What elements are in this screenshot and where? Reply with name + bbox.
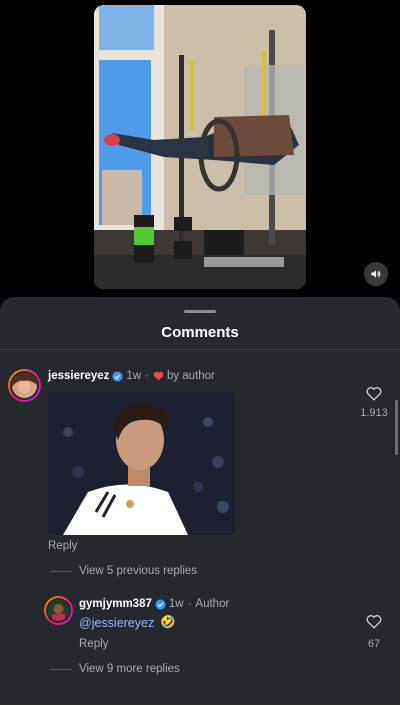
view-previous-replies-label: View 5 previous replies — [79, 565, 198, 577]
reply-username[interactable]: gymjymm387 — [79, 598, 152, 610]
view-more-replies[interactable]: View 9 more replies — [50, 663, 180, 675]
thread-line — [50, 570, 72, 572]
like-button[interactable]: 1.913 — [358, 386, 390, 419]
separator-dot: · — [145, 370, 149, 382]
thread-line — [50, 668, 72, 670]
reply-header: gymjymm387 1w · Author — [79, 598, 229, 610]
view-more-replies-label: View 9 more replies — [79, 663, 180, 675]
heart-icon — [153, 371, 164, 381]
avatar[interactable] — [44, 596, 73, 625]
liked-by-author-label: by author — [166, 370, 215, 382]
author-tag: Author — [195, 598, 230, 610]
avatar-image — [48, 600, 69, 621]
video-frame-image — [94, 5, 306, 289]
verified-icon — [155, 598, 166, 610]
like-count: 67 — [367, 638, 381, 650]
like-button[interactable]: 67 — [358, 614, 390, 650]
reply-button[interactable]: Reply — [79, 638, 108, 650]
reply-button[interactable]: Reply — [48, 540, 77, 552]
verified-icon — [112, 370, 123, 382]
reel-video[interactable] — [94, 5, 306, 289]
avatar-image — [12, 373, 37, 398]
separator-dot: · — [187, 598, 192, 610]
sheet-title: Comments — [161, 324, 239, 341]
comment-time: 1w — [126, 370, 142, 382]
comment-photo — [48, 392, 235, 535]
comment-header: jessiereyez 1w · by author — [48, 370, 215, 382]
heart-outline-icon — [366, 615, 382, 629]
view-previous-replies[interactable]: View 5 previous replies — [50, 565, 197, 577]
laughing-emoji-icon: 🤣 — [160, 615, 176, 629]
comment-image[interactable] — [48, 392, 235, 535]
reply-text: @jessiereyez 🤣 — [79, 615, 176, 630]
like-count: 1.913 — [360, 407, 388, 419]
comments-sheet: Comments jessiereyez 1w · by author Repl… — [0, 297, 400, 705]
avatar[interactable] — [8, 369, 41, 402]
sheet-drag-handle[interactable] — [184, 310, 216, 313]
speaker-icon — [371, 270, 381, 278]
divider — [0, 349, 400, 350]
heart-outline-icon — [366, 387, 382, 401]
comment-username[interactable]: jessiereyez — [48, 370, 109, 382]
reply-time: 1w — [168, 598, 184, 610]
mention-link[interactable]: @jessiereyez — [79, 616, 154, 630]
scrollbar[interactable] — [395, 400, 398, 455]
mute-button[interactable] — [364, 262, 388, 286]
